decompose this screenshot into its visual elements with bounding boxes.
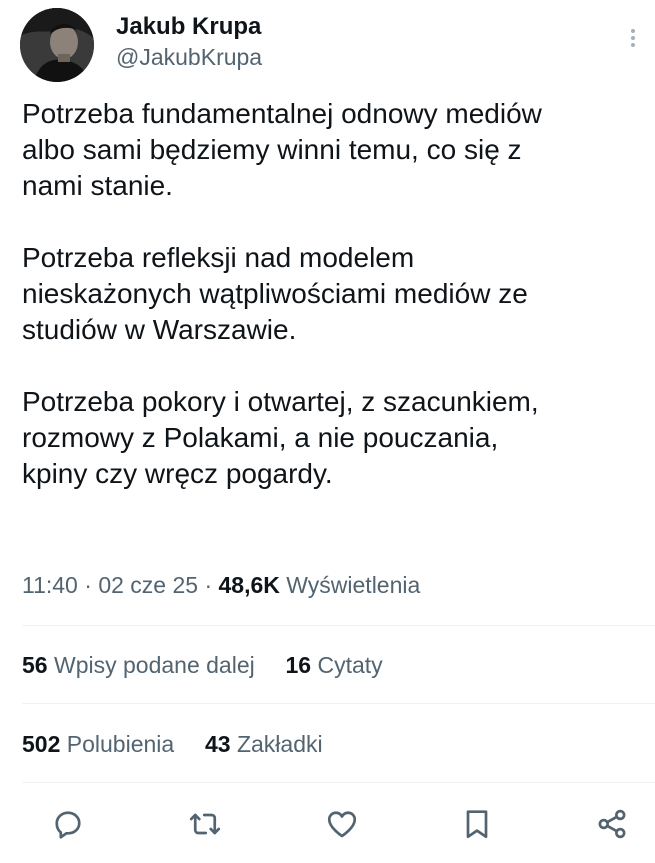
tweet-time[interactable]: 11:40	[22, 572, 78, 598]
avatar-photo	[20, 8, 94, 82]
divider	[22, 782, 655, 783]
author-names: Jakub Krupa @JakubKrupa	[116, 12, 262, 72]
share-icon	[598, 809, 626, 839]
tweet-paragraph: Potrzeba fundamentalnej odnowy mediów al…	[22, 98, 542, 201]
bookmarks-stat[interactable]: 43 Zakładki	[199, 731, 323, 757]
quotes-count: 16	[285, 652, 312, 678]
tweet-detail: Jakub Krupa @JakubKrupa Potrzeba fundame…	[0, 0, 655, 863]
repost-icon	[189, 813, 221, 835]
views-count: 48,6K	[218, 572, 280, 598]
reposts-count: 56	[22, 652, 48, 678]
stats-row-likes: 502 Polubienia 43 Zakładki	[22, 729, 323, 759]
tweet-paragraph: Potrzeba refleksji nad modelem nieskażon…	[22, 242, 528, 345]
quotes-label: Cytaty	[317, 652, 383, 678]
avatar[interactable]	[20, 8, 94, 82]
likes-label: Polubienia	[66, 731, 175, 757]
divider	[22, 703, 655, 704]
like-icon	[327, 811, 357, 838]
meta-separator: ·	[204, 572, 213, 598]
bookmarks-label: Zakładki	[236, 731, 323, 757]
quotes-stat[interactable]: 16 Cytaty	[279, 652, 383, 678]
more-vertical-icon[interactable]	[626, 26, 640, 56]
divider	[22, 625, 655, 626]
like-button[interactable]	[324, 806, 360, 842]
tweet-text: Potrzeba fundamentalnej odnowy mediów al…	[22, 96, 642, 492]
tweet-header: Jakub Krupa @JakubKrupa	[20, 8, 640, 82]
reply-button[interactable]	[50, 806, 86, 842]
bookmarks-count: 43	[204, 731, 231, 757]
tweet-paragraph: Potrzeba pokory i otwartej, z szacunkiem…	[22, 386, 539, 489]
reposts-label: Wpisy podane dalej	[53, 652, 255, 678]
repost-button[interactable]	[187, 806, 223, 842]
likes-count: 502	[22, 731, 61, 757]
share-button[interactable]	[594, 806, 630, 842]
likes-stat[interactable]: 502 Polubienia	[22, 731, 181, 757]
meta-separator: ·	[84, 572, 92, 598]
bookmark-icon	[466, 810, 488, 839]
reposts-stat[interactable]: 56 Wpisy podane dalej	[22, 652, 261, 678]
views-label: Wyświetlenia	[286, 572, 421, 598]
reply-icon	[55, 811, 81, 839]
tweet-date[interactable]: 02 cze 25	[98, 572, 198, 598]
tweet-meta: 11:40 · 02 cze 25 · 48,6K Wyświetlenia	[22, 570, 420, 600]
author-display-name[interactable]: Jakub Krupa	[116, 12, 262, 42]
stats-row-reposts: 56 Wpisy podane dalej 16 Cytaty	[22, 650, 383, 680]
bookmark-button[interactable]	[459, 806, 495, 842]
author-handle[interactable]: @JakubKrupa	[116, 42, 262, 72]
action-bar	[0, 806, 655, 842]
